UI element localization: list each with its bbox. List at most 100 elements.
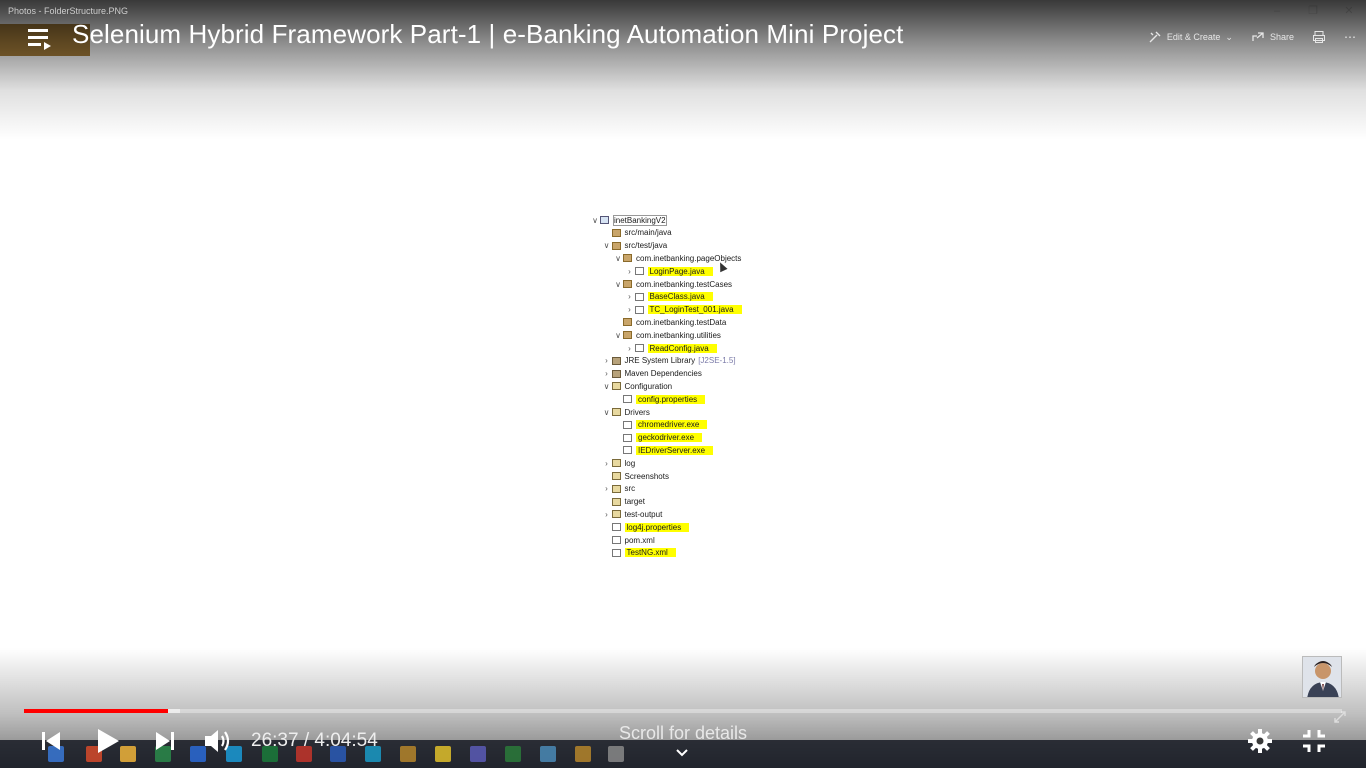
tree-item-label: Maven Dependencies bbox=[624, 369, 702, 379]
avatar-portrait-icon bbox=[1307, 661, 1339, 697]
chevron-right-icon: › bbox=[628, 292, 631, 302]
taskbar-app-icon[interactable] bbox=[470, 746, 486, 762]
tree-item: › Maven Dependencies bbox=[602, 368, 702, 380]
tree-item-label: Drivers bbox=[624, 407, 650, 417]
tree-item-label: JRE System Library bbox=[624, 356, 696, 366]
file-icon bbox=[623, 420, 632, 429]
chevron-right-icon: › bbox=[628, 343, 631, 353]
chevron-down-icon: ∨ bbox=[615, 253, 621, 263]
print-icon bbox=[1313, 31, 1325, 43]
chevron-down-icon: ∨ bbox=[615, 279, 621, 289]
pkg-icon bbox=[623, 318, 632, 327]
tree-item-label: IEDriverServer.exe bbox=[636, 445, 714, 455]
tree-item-label: com.inetbanking.testCases bbox=[636, 279, 733, 289]
taskbar-app-icon[interactable] bbox=[608, 746, 624, 762]
tree-item-label: TestNG.xml bbox=[624, 548, 676, 558]
tree-item: › src bbox=[602, 483, 636, 495]
video-title[interactable]: Selenium Hybrid Framework Part-1 | e-Ban… bbox=[72, 19, 903, 50]
chevron-down-icon[interactable] bbox=[675, 748, 689, 758]
lib-icon bbox=[611, 356, 621, 365]
chevron-right-icon: › bbox=[605, 458, 608, 468]
tree-item: pom.xml bbox=[602, 534, 655, 546]
chevron-down-icon: ∨ bbox=[603, 381, 610, 391]
progress-bar[interactable] bbox=[24, 709, 1342, 713]
file-icon bbox=[634, 305, 644, 314]
lib-icon bbox=[611, 369, 621, 378]
tree-item: › log bbox=[602, 457, 636, 469]
tree-item: ∨ Drivers bbox=[602, 406, 650, 418]
edit-create-icon bbox=[1149, 31, 1161, 43]
file-icon bbox=[634, 344, 644, 352]
tree-item-label: Screenshots bbox=[624, 471, 669, 481]
taskbar-app-icon[interactable] bbox=[575, 746, 591, 762]
tree-item-label: src/main/java bbox=[624, 228, 672, 238]
tree-item: ∨ inetBankingV2 bbox=[590, 214, 667, 226]
exit-fullscreen-icon[interactable] bbox=[1300, 727, 1328, 755]
chevron-right-icon: › bbox=[628, 305, 631, 315]
file-icon bbox=[611, 548, 621, 557]
chevron-right-icon: › bbox=[628, 266, 631, 276]
tree-item: IEDriverServer.exe bbox=[613, 444, 714, 456]
edit-create-button[interactable]: Edit & Create ⌄ bbox=[1148, 30, 1233, 44]
file-icon bbox=[611, 523, 621, 532]
pkg-icon bbox=[611, 241, 621, 250]
taskbar-app-icon[interactable] bbox=[505, 746, 521, 762]
share-button[interactable]: Share bbox=[1251, 30, 1294, 44]
chevron-down-icon: ∨ bbox=[615, 330, 621, 340]
project-icon bbox=[600, 216, 609, 224]
pkg-icon bbox=[623, 331, 632, 340]
tree-item: › BaseClass.java bbox=[625, 291, 713, 303]
chevron-down-icon: ⌄ bbox=[1225, 31, 1233, 42]
tree-item-label: src bbox=[624, 484, 636, 494]
tree-item-label: chromedriver.exe bbox=[636, 420, 708, 430]
tree-item: › TC_LoginTest_001.java bbox=[625, 304, 742, 316]
tree-item-label: target bbox=[624, 497, 645, 507]
taskbar-app-icon[interactable] bbox=[540, 746, 556, 762]
file-icon bbox=[623, 395, 632, 404]
tree-item-label: pom.xml bbox=[624, 535, 655, 545]
tree-item-label: src/test/java bbox=[624, 241, 668, 251]
tree-item-label: TC_LoginTest_001.java bbox=[647, 305, 742, 315]
channel-avatar[interactable] bbox=[1302, 656, 1342, 698]
chevron-right-icon: › bbox=[605, 484, 608, 494]
file-icon bbox=[611, 536, 621, 544]
file-icon bbox=[634, 292, 644, 301]
photos-window-title: Photos - FolderStructure.PNG bbox=[8, 6, 129, 16]
tree-item-label: com.inetbanking.utilities bbox=[636, 330, 721, 340]
project-explorer-image: ∨ inetBankingV2 src/main/java ∨ src/test/jav… bbox=[590, 212, 790, 562]
tree-item: ∨ src/test/java bbox=[602, 240, 668, 252]
chevron-right-icon: › bbox=[605, 356, 608, 366]
tree-item-suffix: [J2SE-1.5] bbox=[698, 356, 736, 366]
tree-item-label: log4j.properties bbox=[624, 522, 690, 532]
tree-item-label: com.inetbanking.pageObjects bbox=[636, 253, 742, 263]
tree-item: src/main/java bbox=[602, 227, 672, 239]
tree-item-label: log bbox=[624, 458, 636, 468]
print-button[interactable] bbox=[1312, 30, 1326, 44]
folder-icon bbox=[611, 382, 621, 391]
folder-icon bbox=[611, 472, 621, 480]
tree-item: Screenshots bbox=[602, 470, 669, 482]
tree-item: ∨ com.inetbanking.utilities bbox=[613, 329, 721, 341]
tree-item: log4j.properties bbox=[602, 521, 690, 533]
tree-item-label: BaseClass.java bbox=[647, 292, 713, 302]
taskbar-app-icon[interactable] bbox=[400, 746, 416, 762]
chevron-right-icon: › bbox=[605, 509, 608, 519]
edit-create-label: Edit & Create bbox=[1166, 32, 1221, 42]
settings-gear-icon[interactable] bbox=[1246, 727, 1274, 755]
more-options-button[interactable]: ⋯ bbox=[1344, 30, 1356, 44]
tree-item: › LoginPage.java bbox=[625, 265, 713, 277]
taskbar-app-icon[interactable] bbox=[435, 746, 451, 762]
tree-item: › ReadConfig.java bbox=[625, 342, 717, 354]
tree-item: geckodriver.exe bbox=[613, 432, 703, 444]
taskbar-app-icon[interactable] bbox=[120, 746, 136, 762]
menu-icon[interactable] bbox=[26, 24, 54, 52]
share-label: Share bbox=[1269, 32, 1294, 42]
photos-toolbar: Edit & Create ⌄ Share ⋯ bbox=[1148, 30, 1356, 44]
tree-item: ∨ com.inetbanking.testCases bbox=[613, 278, 732, 290]
chevron-down-icon: ∨ bbox=[603, 407, 610, 417]
pkg-icon bbox=[623, 254, 632, 263]
scroll-for-details[interactable]: Scroll for details bbox=[0, 723, 1366, 744]
pkg-icon bbox=[611, 228, 621, 237]
chevron-down-icon: ∨ bbox=[592, 215, 598, 225]
tree-item-label: Configuration bbox=[624, 381, 673, 391]
